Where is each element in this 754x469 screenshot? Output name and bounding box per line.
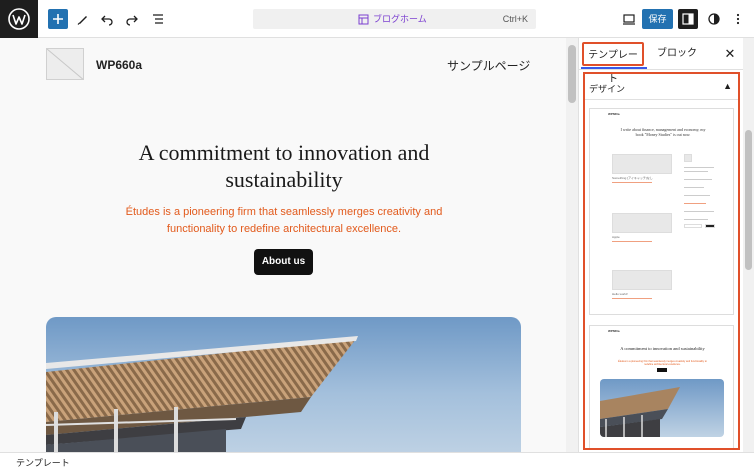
- sidebar-scrollbar-thumb[interactable]: [745, 130, 752, 270]
- breadcrumb[interactable]: テンプレート: [16, 456, 70, 469]
- building-photo: [46, 336, 358, 452]
- command-shortcut: Ctrl+K: [502, 14, 528, 24]
- tabs-divider: [579, 69, 754, 70]
- contrast-icon: [708, 13, 720, 25]
- hero-heading[interactable]: A commitment to innovation and sustainab…: [90, 139, 478, 193]
- about-us-button[interactable]: About us: [254, 249, 313, 275]
- design-panel-title: デザイン: [589, 84, 626, 94]
- site-editor: ブログホーム Ctrl+K 保存 WP660a サンプルページ A commit…: [0, 0, 754, 469]
- styles-button[interactable]: [704, 9, 724, 29]
- design-panel-header[interactable]: デザイン ▲: [585, 74, 738, 100]
- wordpress-icon: [8, 8, 30, 30]
- command-title-label: ブログホーム: [373, 14, 427, 24]
- preview2-hero-image: [600, 379, 724, 437]
- undo-button[interactable]: [97, 9, 117, 29]
- preview2-sub: Études is a pioneering firm that seamles…: [618, 360, 707, 366]
- preview1-post3: Hello world!: [612, 292, 628, 296]
- template-preview-card-1[interactable]: WP660a I write about finance, management…: [589, 108, 734, 315]
- preview2-heading: A commitment to innovation and sustainab…: [620, 346, 705, 351]
- top-toolbar: ブログホーム Ctrl+K 保存: [0, 0, 754, 38]
- save-button[interactable]: 保存: [642, 9, 673, 29]
- plus-icon: [53, 14, 63, 24]
- site-title[interactable]: WP660a: [96, 58, 142, 72]
- hero-subheading[interactable]: Études is a pioneering firm that seamles…: [100, 204, 468, 238]
- placeholder-image-icon: [47, 49, 83, 79]
- settings-panel-toggle[interactable]: [678, 9, 698, 29]
- page-preview: WP660a サンプルページ A commitment to innovatio…: [0, 38, 566, 452]
- site-logo-placeholder[interactable]: [46, 48, 84, 80]
- add-block-button[interactable]: [48, 9, 68, 29]
- canvas-scrollbar-thumb[interactable]: [568, 45, 576, 103]
- document-overview-button[interactable]: [148, 9, 168, 29]
- command-bar[interactable]: ブログホーム Ctrl+K: [253, 9, 536, 29]
- desktop-icon: [623, 14, 635, 25]
- template-preview-card-2[interactable]: WP660a A commitment to innovation and su…: [589, 325, 734, 448]
- sidebar-icon: [682, 13, 694, 25]
- layout-icon: [358, 14, 369, 24]
- tab-template[interactable]: テンプレート: [582, 42, 644, 85]
- close-icon[interactable]: ✕: [722, 42, 738, 66]
- list-view-icon: [153, 14, 163, 24]
- preview1-post1: Something [アイキャッチ]なし: [612, 176, 653, 180]
- hero-image[interactable]: [46, 317, 521, 452]
- chevron-up-icon: ▲: [723, 81, 732, 91]
- design-panel: デザイン ▲ WP660a I write about finance, man…: [583, 72, 740, 450]
- settings-sidebar: テンプレート ブロック ✕ デザイン ▲ WP660a I write abou…: [578, 38, 754, 452]
- more-vertical-icon: [736, 13, 740, 25]
- pencil-icon: [77, 16, 87, 25]
- nav-link-sample-page[interactable]: サンプルページ: [447, 57, 530, 74]
- command-title: ブログホーム: [358, 9, 427, 29]
- preview1-heading: I write about finance, management and ec…: [620, 127, 706, 137]
- redo-button[interactable]: [122, 9, 142, 29]
- footer-bar: テンプレート: [0, 452, 754, 469]
- preview-device-button[interactable]: [619, 9, 639, 29]
- editor-canvas[interactable]: WP660a サンプルページ A commitment to innovatio…: [0, 38, 566, 452]
- wordpress-logo-button[interactable]: [0, 0, 38, 38]
- tab-block[interactable]: ブロック: [657, 42, 697, 66]
- redo-icon: [126, 15, 138, 26]
- options-menu-button[interactable]: [728, 9, 748, 29]
- undo-icon: [101, 15, 113, 26]
- preview1-post2: Apple: [612, 235, 620, 239]
- tools-button[interactable]: [73, 9, 93, 29]
